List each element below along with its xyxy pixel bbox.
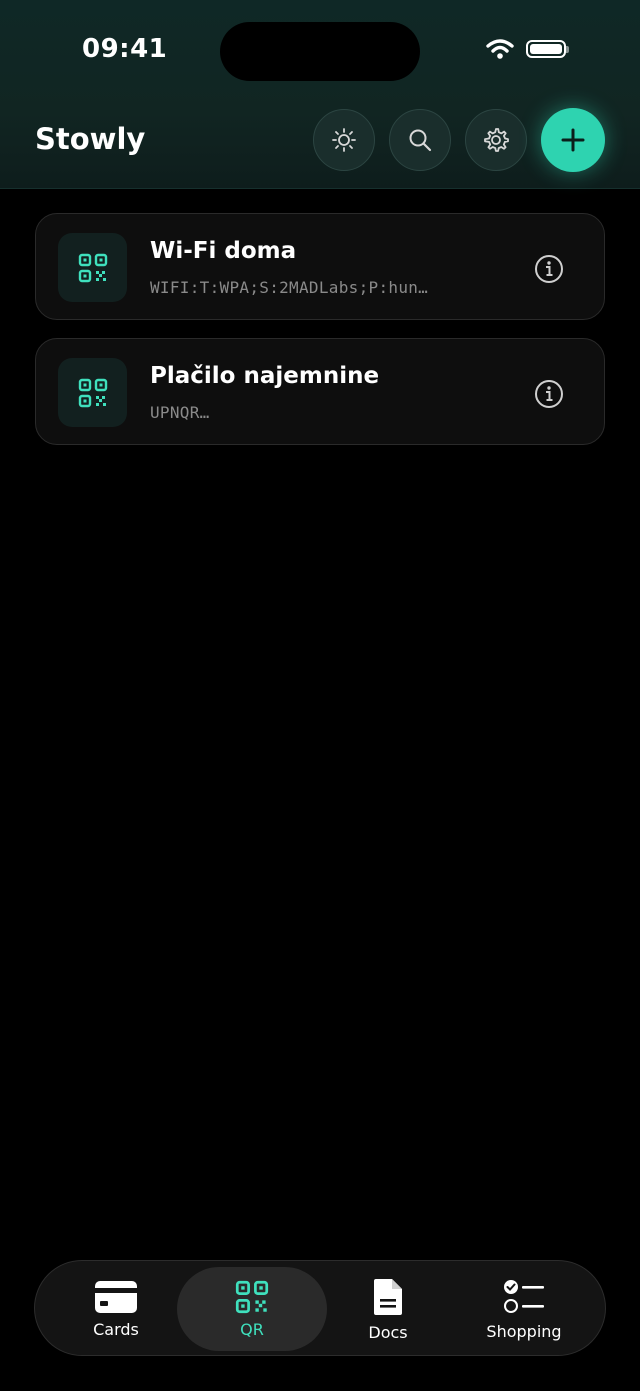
- dynamic-island: [220, 22, 420, 81]
- card-icon: [95, 1280, 137, 1313]
- list-item[interactable]: Wi-Fi doma WIFI:T:WPA;S:2MADLabs;P:hun…: [35, 213, 605, 320]
- qr-icon: [78, 378, 107, 407]
- item-title: Wi-Fi doma: [150, 238, 297, 264]
- plus-icon: [561, 128, 585, 152]
- item-subtitle: UPNQR…: [150, 403, 210, 422]
- tab-docs[interactable]: Docs: [313, 1267, 463, 1351]
- status-icons: [486, 38, 569, 60]
- item-title: Plačilo najemnine: [150, 363, 380, 389]
- add-button[interactable]: [541, 108, 605, 172]
- tab-qr[interactable]: QR: [177, 1267, 327, 1351]
- qr-thumbnail: [58, 233, 127, 302]
- tab-label: QR: [240, 1319, 264, 1339]
- info-icon[interactable]: [534, 254, 564, 284]
- tab-label: Cards: [93, 1319, 139, 1339]
- wifi-icon: [486, 39, 514, 59]
- sun-icon: [332, 128, 356, 152]
- qr-icon: [78, 253, 107, 282]
- tab-label: Docs: [368, 1322, 408, 1342]
- tab-label: Shopping: [486, 1321, 562, 1341]
- gear-icon: [484, 128, 509, 152]
- search-icon: [409, 129, 432, 152]
- status-time: 09:41: [82, 34, 168, 64]
- qr-list: Wi-Fi doma WIFI:T:WPA;S:2MADLabs;P:hun… …: [35, 213, 605, 463]
- tab-bar: Cards QR Docs Shopping: [34, 1260, 606, 1356]
- tab-shopping[interactable]: Shopping: [449, 1267, 599, 1351]
- top-bar: 09:41 Stowly: [0, 0, 640, 189]
- tab-cards[interactable]: Cards: [41, 1267, 191, 1351]
- qr-icon: [235, 1280, 269, 1313]
- app-title: Stowly: [35, 122, 146, 156]
- search-button[interactable]: [389, 109, 451, 171]
- document-icon: [374, 1278, 402, 1315]
- theme-toggle-button[interactable]: [313, 109, 375, 171]
- info-icon[interactable]: [534, 379, 564, 409]
- checklist-icon: [504, 1279, 544, 1313]
- battery-icon: [526, 40, 569, 58]
- settings-button[interactable]: [465, 109, 527, 171]
- qr-thumbnail: [58, 358, 127, 427]
- list-item[interactable]: Plačilo najemnine UPNQR…: [35, 338, 605, 445]
- item-subtitle: WIFI:T:WPA;S:2MADLabs;P:hun…: [150, 278, 429, 297]
